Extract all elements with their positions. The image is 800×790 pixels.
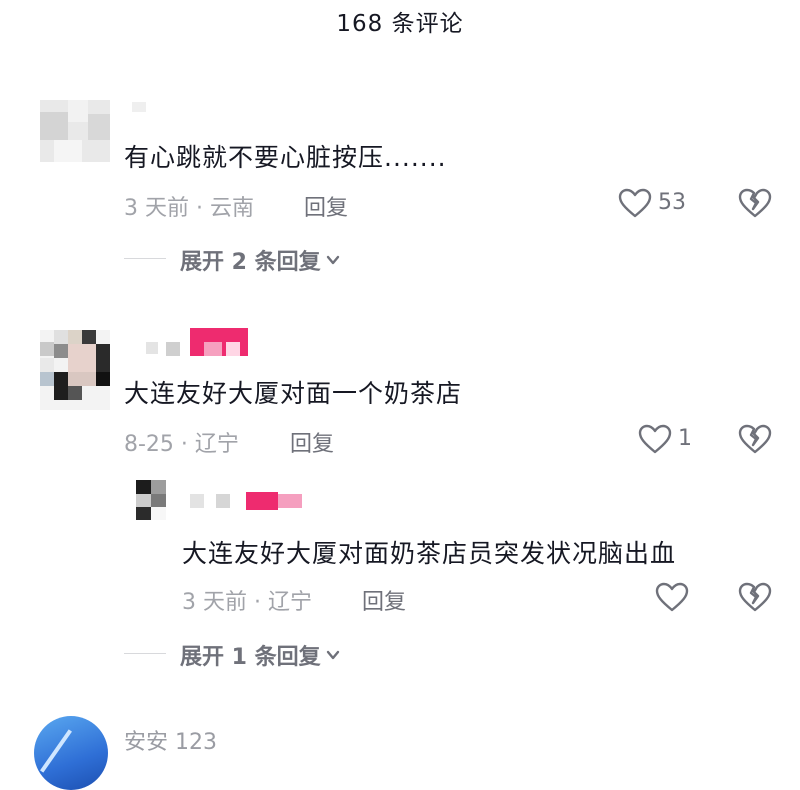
like-count: 1 [678,426,692,451]
reply-button[interactable]: 回复 [304,190,348,222]
broken-heart-icon[interactable] [738,581,772,613]
expand-divider [124,258,166,259]
reply-text: 大连友好大厦对面奶茶店员突发状况脑出血 [182,539,677,568]
expand-replies-button[interactable]: 展开 2 条回复 [180,244,341,276]
comment-username[interactable]: 安安 123 [124,724,217,756]
comment-location: 辽宁 [194,432,239,457]
meta-separator: · [189,196,210,221]
comment-location: 云南 [209,196,254,221]
username-redacted [166,342,180,356]
avatar[interactable] [40,330,110,410]
comment-date: 8-25 [124,432,174,457]
reply-location: 辽宁 [267,590,312,615]
comment-meta: 8-25 · 辽宁 [124,426,239,458]
expand-replies-label: 展开 2 条回复 [180,250,321,275]
avatar[interactable] [34,716,108,790]
reply-button[interactable]: 回复 [362,584,406,616]
comment-meta: 3 天前 · 云南 [124,190,254,222]
broken-heart-icon[interactable] [738,423,772,455]
comment-date: 3 天前 [124,196,189,221]
username-redacted [278,494,302,508]
comment-text: 大连友好大厦对面一个奶茶店 [124,379,463,408]
expand-replies-button[interactable]: 展开 1 条回复 [180,639,341,671]
expand-divider [124,653,166,654]
heart-outline-icon[interactable] [655,582,689,612]
reply-date: 3 天前 [182,590,247,615]
reply-button[interactable]: 回复 [290,426,334,458]
avatar[interactable] [40,100,110,162]
broken-heart-icon[interactable] [738,187,772,219]
meta-separator: · [173,432,195,457]
username-redacted [226,342,240,356]
username-redacted [204,342,222,356]
meta-separator: · [247,590,268,615]
username-redacted [216,494,230,508]
username-redacted [146,342,158,354]
comments-count-title: 168 条评论 [336,11,464,37]
comment-text: 有心跳就不要心脏按压....... [124,143,447,172]
heart-outline-icon[interactable] [638,424,672,454]
expand-replies-label: 展开 1 条回复 [180,645,321,670]
heart-outline-icon[interactable] [618,188,652,218]
username-redacted [132,102,146,112]
username-redacted [190,494,204,508]
reply-meta: 3 天前 · 辽宁 [182,584,312,616]
avatar[interactable] [136,480,166,520]
chevron-down-icon [326,255,339,265]
username-redacted [246,492,278,510]
like-count: 53 [658,190,686,215]
chevron-down-icon [326,650,339,660]
